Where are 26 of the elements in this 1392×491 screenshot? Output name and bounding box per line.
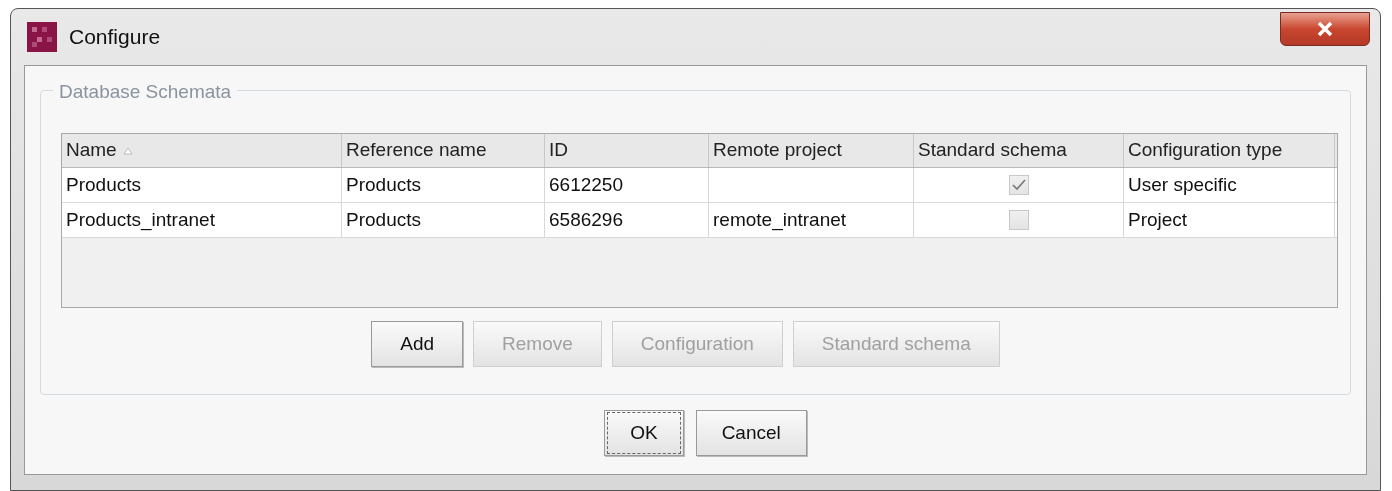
table-cell: Products_intranet — [62, 203, 342, 237]
table-action-button[interactable]: Add — [371, 321, 464, 367]
dialog-button[interactable]: Cancel — [695, 410, 807, 456]
sort-ascending-icon — [122, 146, 133, 155]
column-header[interactable]: Remote project — [709, 134, 914, 167]
column-header[interactable]: Standard schema — [914, 134, 1124, 167]
checkmark-icon — [1011, 179, 1026, 191]
dialog-button[interactable]: OK — [604, 410, 684, 456]
table-cell: 6586296 — [545, 203, 709, 237]
column-header[interactable]: Configuration type — [1124, 134, 1335, 167]
window-title: Configure — [69, 24, 161, 51]
close-button[interactable] — [1280, 12, 1370, 46]
table-cell: Products — [62, 168, 342, 202]
close-icon — [1316, 21, 1334, 37]
column-header[interactable]: Name — [62, 134, 342, 167]
column-header[interactable]: ID — [545, 134, 709, 167]
app-logo-icon — [27, 22, 57, 52]
table-cell: Products — [342, 203, 545, 237]
checkbox[interactable] — [1008, 175, 1029, 195]
table-cell: Products — [342, 168, 545, 202]
checkbox[interactable] — [1008, 210, 1029, 230]
table-cell: User specific — [1124, 168, 1335, 202]
table-cell: Project — [1124, 203, 1335, 237]
table-cell: remote_intranet — [709, 203, 914, 237]
column-header[interactable]: Reference name — [342, 134, 545, 167]
table-cell: 6612250 — [545, 168, 709, 202]
